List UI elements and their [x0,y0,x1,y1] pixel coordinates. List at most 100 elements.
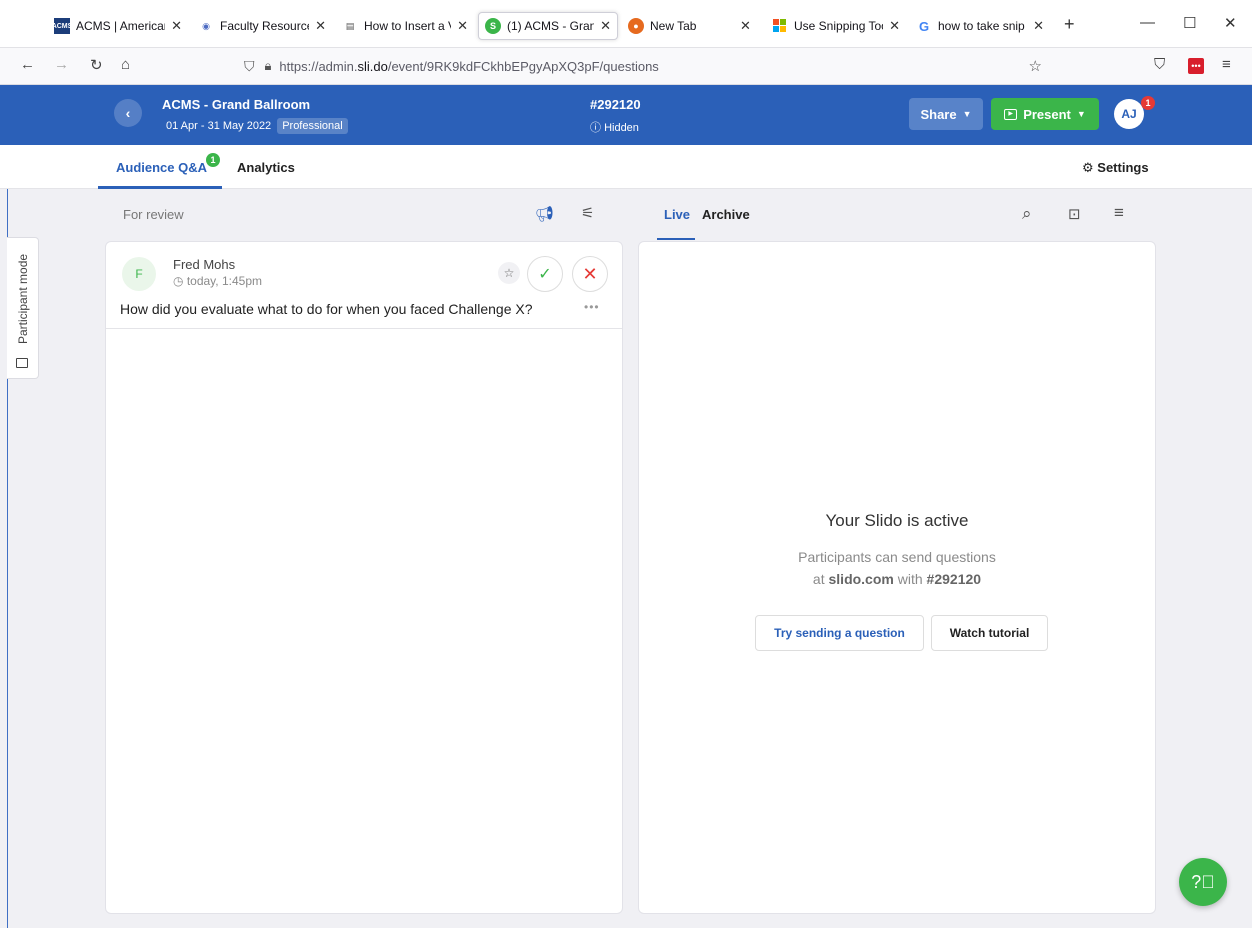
close-icon[interactable]: ✕ [600,18,611,34]
try-sending-question-button[interactable]: Try sending a question [755,615,924,651]
caret-down-icon: ▼ [1076,109,1086,119]
url-text[interactable]: https://admin.sli.do/event/9RK9kdFCkhbEP… [279,59,658,74]
browser-tab[interactable]: ▤ How to Insert a Vi ✕ [336,12,474,40]
event-name: ACMS - Grand Ballroom [162,97,311,112]
tab-audience-qa[interactable]: Audience Q&A [116,160,207,175]
close-icon[interactable]: ✕ [457,18,468,34]
back-button[interactable]: ‹ [114,99,142,127]
browser-tab-title: New Tab [650,19,697,33]
browser-tab-title: how to take snip w [938,19,1028,33]
close-icon[interactable]: ✕ [889,18,900,34]
browser-tab[interactable]: ◉ Faculty Resources ✕ [192,12,332,40]
gear-icon: ⚙ [1082,160,1094,175]
info-icon: ⓘ [590,122,601,134]
event-header: ‹ ACMS - Grand Ballroom 01 Apr - 31 May … [0,85,1252,145]
browser-navbar: ← → ↻ ⌂ ⛉ 🔒︎ https://admin.sli.do/event/… [0,48,1252,85]
approve-button[interactable]: ✓ [527,256,563,292]
slido-favicon-icon: S [485,18,501,34]
lock-icon[interactable]: 🔒︎ [265,58,272,74]
reload-icon[interactable]: ↻ [90,56,103,74]
close-icon[interactable]: ✕ [171,18,182,34]
event-code[interactable]: #292120 [590,97,641,112]
document-icon: ▤ [345,20,355,31]
extension-icon[interactable]: ••• [1188,58,1204,74]
archive-box-icon[interactable]: ⊡ [1068,205,1081,223]
live-questions-panel: Your Slido is active Participants can se… [638,241,1156,914]
help-button[interactable]: ?⃝ [1179,858,1227,906]
check-icon: ✓ [538,266,552,283]
share-button[interactable]: Share ▼ [909,98,983,130]
caret-down-icon: ▼ [962,109,972,119]
question-time: ◷ today, 1:45pm [173,274,262,288]
new-tab-icon[interactable]: + [1064,14,1075,35]
star-icon[interactable]: ☆ [498,262,520,284]
close-icon[interactable]: ✕ [315,18,326,34]
settings-label: Settings [1097,160,1149,175]
megaphone-icon[interactable]: 📢︎ [535,205,554,223]
question-time-text: today, 1:45pm [186,274,262,288]
for-review-label: For review [123,207,184,222]
shield-icon[interactable]: ⛉ [244,58,255,75]
line2-prefix: at [812,571,829,587]
present-label: Present [1023,106,1071,122]
event-dates: 01 Apr - 31 May 2022 [166,120,272,132]
question-author: Fred Mohs [173,257,236,272]
home-icon[interactable]: ⌂ [121,56,130,73]
browser-tab-active[interactable]: S (1) ACMS - Grand ✕ [478,12,618,40]
browser-tab[interactable]: ACMS ACMS | American ✕ [48,12,188,40]
event-code-inline: #292120 [926,571,982,587]
pocket-icon[interactable]: ⛉ [1154,56,1165,73]
acms-favicon-icon: ACMS [52,18,72,34]
screen-icon [16,358,28,368]
present-button[interactable]: ▶ Present ▼ [991,98,1099,130]
close-icon[interactable]: ✕ [740,18,751,34]
dismiss-button[interactable]: ✕ [572,256,608,292]
live-tab-indicator [657,238,695,240]
search-icon[interactable]: ⌕ [1022,204,1032,224]
empty-state-title: Your Slido is active [825,511,969,530]
more-options-icon[interactable]: ••• [584,300,600,314]
close-icon: ✕ [582,263,598,284]
browser-tab-title: Faculty Resources [220,19,309,33]
url-path: /event/9RK9kdFCkhbEPgyApXQ3pF/questions [387,58,659,74]
tab-archive[interactable]: Archive [702,207,750,222]
url-prefix: https://admin. [279,58,358,74]
review-questions-panel: F Fred Mohs ◷ today, 1:45pm ☆ ✓ ✕ How di… [105,241,623,914]
browser-tab[interactable]: ● New Tab ✕ [622,12,762,40]
question-text: How did you evaluate what to do for when… [120,301,533,317]
close-icon[interactable]: ✕ [1033,18,1044,34]
eye-logo-icon: ◉ [202,20,210,31]
line2-mid: with [893,571,927,587]
maximize-icon[interactable]: ☐ [1183,14,1196,32]
active-tab-indicator [98,186,222,189]
present-screen-icon: ▶ [1004,108,1018,120]
watch-tutorial-button[interactable]: Watch tutorial [931,615,1048,651]
plan-badge: Professional [277,118,348,134]
browser-tab-strip: ACMS ACMS | American ✕ ◉ Faculty Resourc… [0,0,1252,48]
settings-link[interactable]: ⚙ Settings [1082,160,1149,176]
filter-icon[interactable]: ≡ [1114,203,1124,223]
divider [106,328,622,329]
participant-mode-toggle[interactable]: Participant mode [7,237,39,379]
minimize-icon[interactable]: — [1140,14,1155,31]
browser-tab-title: Use Snipping Tool [794,19,884,33]
back-arrow-icon[interactable]: ← [20,56,35,73]
forward-arrow-icon[interactable]: → [54,56,69,73]
browser-tab[interactable]: G how to take snip w ✕ [910,12,1050,40]
tab-live[interactable]: Live [664,207,690,222]
qa-count-badge: 1 [206,153,220,167]
user-avatar[interactable]: AJ [1114,99,1144,129]
chevron-left-icon: ‹ [125,105,131,121]
visibility-status[interactable]: ⓘ Hidden [590,119,639,135]
visibility-label: Hidden [604,122,639,134]
empty-state-line1: Participants can send questions [798,549,996,565]
address-bar[interactable]: ⛉ 🔒︎ https://admin.sli.do/event/9RK9kdFC… [236,52,1056,80]
sliders-icon[interactable]: ⚟ [581,204,594,222]
bookmark-star-icon[interactable]: ☆ [1029,57,1042,75]
browser-tab[interactable]: Use Snipping Tool ✕ [766,12,906,40]
url-domain: sli.do [357,58,388,74]
menu-icon[interactable]: ≡ [1222,56,1231,73]
browser-tab-title: (1) ACMS - Grand [507,19,595,33]
tab-analytics[interactable]: Analytics [237,160,295,175]
window-close-icon[interactable]: ✕ [1224,14,1237,32]
